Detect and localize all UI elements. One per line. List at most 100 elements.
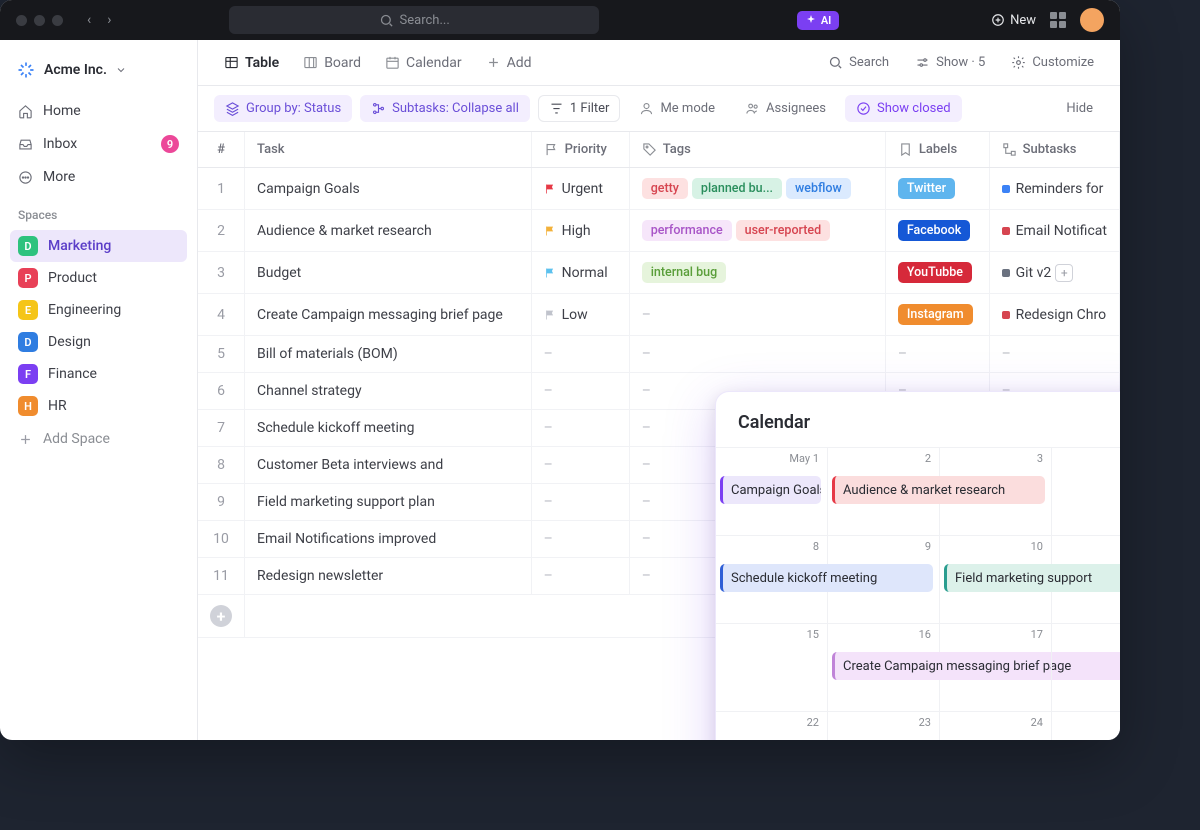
tag-pill[interactable]: performance xyxy=(642,220,732,241)
col-priority[interactable]: Priority xyxy=(531,132,629,168)
space-item-design[interactable]: DDesign xyxy=(10,326,187,358)
nav-home[interactable]: Home xyxy=(10,96,187,126)
task-name[interactable]: Redesign newsletter xyxy=(245,558,532,595)
task-name[interactable]: Budget xyxy=(245,252,532,294)
calendar-cell[interactable]: 22 xyxy=(716,711,828,740)
labels-cell[interactable]: Instagram xyxy=(885,294,989,336)
task-name[interactable]: Schedule kickoff meeting xyxy=(245,410,532,447)
label-pill[interactable]: YouTubbe xyxy=(898,262,972,283)
task-name[interactable]: Email Notifications improved xyxy=(245,521,532,558)
search-input[interactable]: Search... xyxy=(229,6,599,34)
tags-cell[interactable]: – xyxy=(629,294,885,336)
table-row[interactable]: 4 Create Campaign messaging brief page L… xyxy=(198,294,1120,336)
show-button[interactable]: Show · 5 xyxy=(905,49,995,76)
table-row[interactable]: 2 Audience & market research High perfor… xyxy=(198,210,1120,252)
ai-badge[interactable]: AI xyxy=(797,11,840,30)
calendar-cell[interactable]: 15 xyxy=(716,623,828,711)
priority-cell[interactable]: – xyxy=(531,521,629,558)
labels-cell[interactable]: – xyxy=(885,336,989,373)
subtasks-cell[interactable]: Email Notificat xyxy=(989,210,1119,252)
col-tags[interactable]: Tags xyxy=(629,132,885,168)
task-name[interactable]: Channel strategy xyxy=(245,373,532,410)
group-by-chip[interactable]: Group by: Status xyxy=(214,95,352,122)
tag-pill[interactable]: getty xyxy=(642,178,688,199)
tag-pill[interactable]: internal bug xyxy=(642,262,726,283)
col-subtasks[interactable]: Subtasks xyxy=(989,132,1119,168)
calendar-cell[interactable]: 10Field marketing support xyxy=(940,535,1052,623)
calendar-cell[interactable]: 25 xyxy=(1052,711,1120,740)
task-name[interactable]: Bill of materials (BOM) xyxy=(245,336,532,373)
calendar-cell[interactable]: 23 xyxy=(828,711,940,740)
tag-pill[interactable]: user-reported xyxy=(736,220,831,241)
tags-cell[interactable]: – xyxy=(629,336,885,373)
space-item-product[interactable]: PProduct xyxy=(10,262,187,294)
tags-cell[interactable]: internal bug xyxy=(629,252,885,294)
hide-chip[interactable]: Hide xyxy=(1055,95,1104,122)
space-item-marketing[interactable]: DMarketing xyxy=(10,230,187,262)
calendar-cell[interactable]: 16Create Campaign messaging brief page xyxy=(828,623,940,711)
subtasks-cell[interactable]: Git v2+ xyxy=(989,252,1119,294)
table-row[interactable]: 3 Budget Normal internal bug YouTubbe Gi… xyxy=(198,252,1120,294)
labels-cell[interactable]: Twitter xyxy=(885,168,989,210)
space-item-finance[interactable]: FFinance xyxy=(10,358,187,390)
tag-pill[interactable]: planned bu... xyxy=(692,178,782,199)
table-row[interactable]: 1 Campaign Goals Urgent gettyplanned bu.… xyxy=(198,168,1120,210)
assignees-chip[interactable]: Assignees xyxy=(734,95,837,122)
priority-cell[interactable]: Urgent xyxy=(531,168,629,210)
priority-cell[interactable]: – xyxy=(531,558,629,595)
col-task[interactable]: Task xyxy=(245,132,532,168)
priority-cell[interactable]: – xyxy=(531,484,629,521)
org-switcher[interactable]: Acme Inc. xyxy=(10,54,187,94)
add-space-button[interactable]: Add Space xyxy=(10,424,187,454)
col-labels[interactable]: Labels xyxy=(885,132,989,168)
calendar-event[interactable]: Campaign Goals xyxy=(720,476,821,504)
forward-button[interactable]: › xyxy=(101,10,117,30)
calendar-cell[interactable]: 11 xyxy=(1052,535,1120,623)
priority-cell[interactable]: – xyxy=(531,447,629,484)
apps-icon[interactable] xyxy=(1050,12,1066,28)
priority-cell[interactable]: – xyxy=(531,373,629,410)
subtasks-chip[interactable]: Subtasks: Collapse all xyxy=(360,95,530,122)
calendar-cell[interactable]: 8Schedule kickoff meeting xyxy=(716,535,828,623)
labels-cell[interactable]: Facebook xyxy=(885,210,989,252)
back-button[interactable]: ‹ xyxy=(81,10,97,30)
customize-button[interactable]: Customize xyxy=(1001,49,1104,76)
search-button[interactable]: Search xyxy=(818,49,899,76)
priority-cell[interactable]: Low xyxy=(531,294,629,336)
new-button[interactable]: New xyxy=(991,13,1036,28)
priority-cell[interactable]: – xyxy=(531,410,629,447)
label-pill[interactable]: Facebook xyxy=(898,220,970,241)
nav-more[interactable]: More xyxy=(10,162,187,192)
calendar-cell[interactable]: 2Audience & market research xyxy=(828,447,940,535)
task-name[interactable]: Create Campaign messaging brief page xyxy=(245,294,532,336)
space-item-hr[interactable]: HHR xyxy=(10,390,187,422)
tags-cell[interactable]: performanceuser-reported xyxy=(629,210,885,252)
calendar-cell[interactable]: 18 xyxy=(1052,623,1120,711)
priority-cell[interactable]: Normal xyxy=(531,252,629,294)
col-num[interactable]: # xyxy=(198,132,245,168)
space-item-engineering[interactable]: EEngineering xyxy=(10,294,187,326)
window-controls[interactable] xyxy=(16,15,63,26)
nav-inbox[interactable]: Inbox 9 xyxy=(10,128,187,160)
task-name[interactable]: Customer Beta interviews and xyxy=(245,447,532,484)
calendar-cell[interactable]: 9 xyxy=(828,535,940,623)
subtasks-cell[interactable]: Redesign Chro xyxy=(989,294,1119,336)
priority-cell[interactable]: High xyxy=(531,210,629,252)
add-subtask-button[interactable]: + xyxy=(1055,264,1073,282)
show-closed-chip[interactable]: Show closed xyxy=(845,95,962,122)
label-pill[interactable]: Instagram xyxy=(898,304,973,325)
task-name[interactable]: Audience & market research xyxy=(245,210,532,252)
tab-table[interactable]: Table xyxy=(214,49,289,77)
me-mode-chip[interactable]: Me mode xyxy=(628,95,726,122)
add-row-button[interactable]: + xyxy=(210,605,232,627)
task-name[interactable]: Campaign Goals xyxy=(245,168,532,210)
tags-cell[interactable]: gettyplanned bu...webflow xyxy=(629,168,885,210)
task-name[interactable]: Field marketing support plan xyxy=(245,484,532,521)
subtasks-cell[interactable]: – xyxy=(989,336,1119,373)
subtasks-cell[interactable]: Reminders for xyxy=(989,168,1119,210)
priority-cell[interactable]: – xyxy=(531,336,629,373)
calendar-cell[interactable]: 4 xyxy=(1052,447,1120,535)
filter-chip[interactable]: 1 Filter xyxy=(538,95,621,122)
calendar-cell[interactable]: 3 xyxy=(940,447,1052,535)
labels-cell[interactable]: YouTubbe xyxy=(885,252,989,294)
